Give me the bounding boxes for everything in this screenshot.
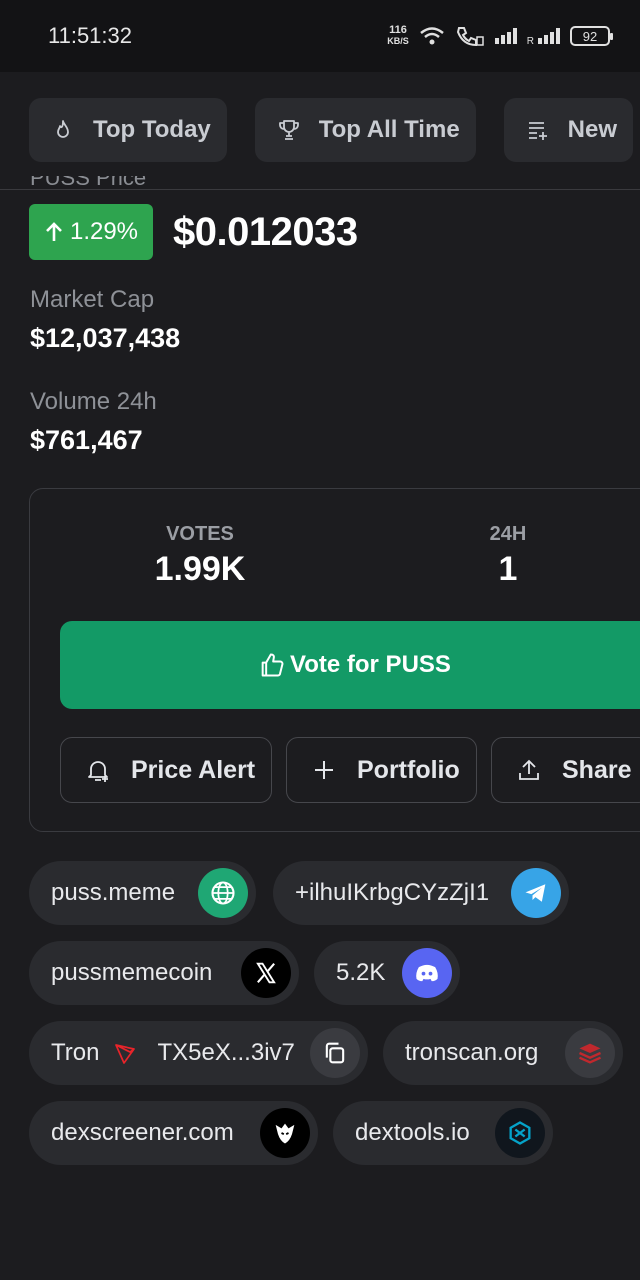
votes-card: VOTES 1.99K 24H 1 Vote for PUSS Price Al… xyxy=(29,488,640,832)
wifi-calling-icon xyxy=(456,27,484,47)
globe-icon xyxy=(198,868,248,918)
contract-address: TX5eX...3iv7 xyxy=(157,1039,295,1066)
plus-icon xyxy=(315,761,333,779)
tab-top-today[interactable]: Top Today xyxy=(29,97,227,162)
chain-label: Tron xyxy=(51,1039,100,1066)
signal-1-icon xyxy=(494,28,517,44)
votes-stat: VOTES 1.99K xyxy=(140,523,260,589)
discord-icon xyxy=(402,948,452,998)
thumbs-up-icon xyxy=(261,653,284,677)
dexscreener-label: dexscreener.com xyxy=(51,1119,234,1146)
portfolio-button[interactable]: Portfolio xyxy=(286,737,477,803)
votes-24h-stat: 24H 1 xyxy=(468,523,548,589)
price-alert-label: Price Alert xyxy=(131,755,256,784)
tab-label: New xyxy=(567,115,618,143)
dexscreener-icon xyxy=(260,1108,310,1158)
x-logo-icon xyxy=(241,948,291,998)
tab-label: Top Today xyxy=(93,115,211,143)
price-label-cutoff: PUSS Price xyxy=(30,176,147,190)
list-add-icon xyxy=(528,121,547,140)
status-bar: 11:51:32 116 KB/S R 92 xyxy=(0,0,640,72)
network-speed: 116 KB/S xyxy=(387,24,409,47)
tronscan-label: tronscan.org xyxy=(405,1039,539,1066)
telegram-label: +ilhuIKrbgCYzZjI1 xyxy=(295,879,490,906)
price-row: 1.29% $0.012033 xyxy=(29,204,358,260)
dextools-label: dextools.io xyxy=(355,1119,470,1146)
tronscan-link[interactable]: tronscan.org xyxy=(383,1021,623,1085)
upload-icon xyxy=(519,759,539,780)
flame-icon xyxy=(57,119,69,138)
volume-value: $761,467 xyxy=(30,425,143,455)
status-time: 11:51:32 xyxy=(48,23,133,48)
copy-icon[interactable] xyxy=(310,1028,360,1078)
twitter-link[interactable]: pussmemecoin xyxy=(29,941,299,1005)
vote-button-label: Vote for PUSS xyxy=(290,651,451,678)
wifi-icon xyxy=(419,27,444,45)
trophy-icon xyxy=(278,119,299,140)
arrow-up-icon xyxy=(46,222,62,241)
tron-icon xyxy=(115,1044,136,1064)
tronscan-icon xyxy=(565,1028,615,1078)
share-button[interactable]: Share xyxy=(491,737,640,803)
market-cap-value: $12,037,438 xyxy=(30,323,181,353)
website-link[interactable]: puss.meme xyxy=(29,861,256,925)
market-cap-label: Market Cap xyxy=(30,286,155,313)
price-change-badge: 1.29% xyxy=(29,204,153,260)
status-icons: 116 KB/S R 92 xyxy=(387,24,613,47)
tab-top-all-time[interactable]: Top All Time xyxy=(254,97,476,162)
portfolio-label: Portfolio xyxy=(357,755,460,784)
volume-label: Volume 24h xyxy=(30,388,157,415)
website-label: puss.meme xyxy=(51,879,176,906)
price-change-value: 1.29% xyxy=(69,218,139,245)
battery-icon: 92 xyxy=(570,26,613,46)
coin-price: $0.012033 xyxy=(173,209,358,254)
vote-button[interactable]: Vote for PUSS xyxy=(60,621,640,709)
votes-24h-value: 1 xyxy=(498,550,518,588)
roaming-label: R xyxy=(526,36,534,47)
price-alert-button[interactable]: Price Alert xyxy=(60,737,272,803)
signal-2-icon xyxy=(538,28,560,44)
discord-label: 5.2K xyxy=(336,959,386,986)
tab-new[interactable]: New xyxy=(503,97,634,162)
dexscreener-link[interactable]: dexscreener.com xyxy=(29,1101,318,1165)
contract-address-chip: Tron TX5eX...3iv7 xyxy=(29,1021,368,1085)
twitter-label: pussmemecoin xyxy=(51,959,213,986)
dextools-link[interactable]: dextools.io xyxy=(333,1101,553,1165)
votes-24h-label: 24H xyxy=(489,523,527,545)
votes-value: 1.99K xyxy=(154,550,246,588)
bell-plus-icon xyxy=(88,761,108,782)
tab-label: Top All Time xyxy=(318,115,460,143)
discord-link[interactable]: 5.2K xyxy=(314,941,460,1005)
share-label: Share xyxy=(562,755,632,784)
telegram-icon xyxy=(511,868,561,918)
filter-tabs: Top Today Top All Time New xyxy=(0,72,640,190)
votes-label: VOTES xyxy=(166,523,234,545)
dextools-icon xyxy=(495,1108,545,1158)
telegram-link[interactable]: +ilhuIKrbgCYzZjI1 xyxy=(273,861,569,925)
